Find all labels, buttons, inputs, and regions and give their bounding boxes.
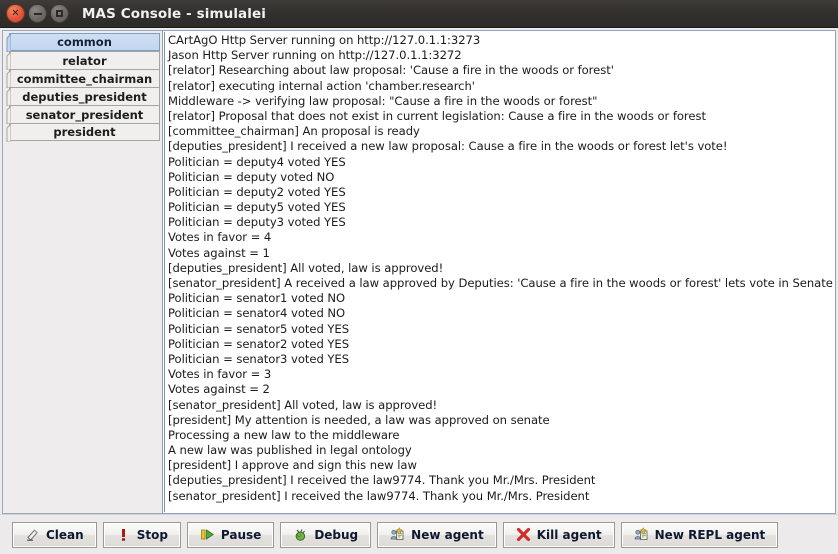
console-log-line: [senator_president] A received a law app… (168, 276, 834, 290)
new-agent-icon (390, 527, 405, 542)
stop-button-label: Stop (136, 527, 168, 542)
console-log-line: Politician = deputy voted NO (168, 169, 335, 184)
sidebar-item-relator[interactable]: relator (6, 51, 160, 70)
maximize-icon[interactable] (50, 4, 69, 23)
console-log-line: Votes in favor = 4 (168, 230, 272, 245)
sidebar-item-senator-president[interactable]: senator_president (6, 105, 160, 124)
red-x-icon (516, 527, 531, 542)
agent-tab-sidebar: common relator committee_chairman deputi… (2, 30, 162, 514)
clean-button[interactable]: Clean (12, 521, 97, 548)
pause-play-icon (200, 527, 215, 542)
console-log-line: A new law was published in legal ontolog… (168, 443, 412, 458)
debug-button[interactable]: Debug (280, 521, 372, 548)
sidebar-item-label: common (57, 35, 112, 49)
console-log-line: Politician = senator4 voted NO (168, 306, 346, 321)
sidebar-item-committee-chairman[interactable]: committee_chairman (6, 69, 160, 88)
tab-edge-icon (6, 52, 11, 70)
console-log-line: Politician = deputy5 voted YES (168, 200, 346, 215)
console-log-line: Politician = senator1 voted NO (168, 291, 346, 306)
kill-agent-button[interactable]: Kill agent (502, 521, 615, 548)
sidebar-item-label: senator_president (25, 107, 144, 122)
console-log-line: [relator] executing internal action 'cha… (168, 78, 475, 93)
console-log-line: Processing a new law to the middleware (168, 427, 400, 442)
console-log-line: Jason Http Server running on http://127.… (168, 48, 462, 63)
sidebar-item-label: committee_chairman (16, 71, 153, 86)
console-log-line: Politician = senator5 voted YES (168, 321, 350, 336)
console-log-line: Politician = deputy2 voted YES (168, 184, 346, 199)
new-agent-icon (634, 527, 649, 542)
console-log-line: Votes against = 2 (168, 382, 270, 397)
tab-edge-icon (6, 106, 11, 124)
bug-icon (293, 527, 308, 542)
new-repl-agent-button-label: New REPL agent (654, 527, 766, 542)
control-toolbar: Clean Stop Pause Debug New agent Kill ag… (0, 514, 838, 554)
console-log-line: Politician = deputy4 voted YES (168, 154, 346, 169)
console-log-line: CArtAgO Http Server running on http://12… (168, 33, 481, 47)
console-log-line: [committee_chairman] An proposal is read… (168, 124, 420, 139)
window-titlebar: ✕ MAS Console - simulalei (0, 0, 838, 28)
console-log-area[interactable]: CArtAgO Http Server running on http://12… (164, 32, 834, 512)
sidebar-item-label: relator (62, 53, 107, 68)
close-icon[interactable]: ✕ (6, 4, 25, 23)
console-log-line: [president] I approve and sign this new … (168, 458, 417, 473)
tab-edge-icon (6, 124, 11, 142)
kill-agent-button-label: Kill agent (536, 527, 602, 542)
console-log-line: Politician = deputy3 voted YES (168, 215, 346, 230)
split-pane: common relator committee_chairman deputi… (0, 28, 838, 514)
console-log-line: [senator_president] I received the law97… (168, 488, 590, 503)
minimize-icon[interactable] (28, 4, 47, 23)
sidebar-item-president[interactable]: president (6, 123, 160, 142)
new-repl-agent-button[interactable]: New REPL agent (620, 521, 779, 548)
mas-console-window: ✕ MAS Console - simulalei common relator… (0, 0, 838, 554)
sidebar-item-label: president (53, 125, 116, 139)
pause-button-label: Pause (220, 527, 262, 542)
exclamation-icon (116, 527, 131, 542)
console-log-line: Votes in favor = 3 (168, 367, 272, 382)
console-output-panel[interactable]: CArtAgO Http Server running on http://12… (162, 30, 836, 514)
console-log-line: [relator] Researching about law proposal… (168, 63, 614, 78)
console-log-line: [relator] Proposal that does not exist i… (168, 108, 706, 123)
pause-button[interactable]: Pause (186, 521, 275, 548)
tab-edge-icon (6, 70, 11, 88)
tab-edge-icon (6, 88, 11, 106)
window-controls: ✕ (6, 4, 69, 23)
eraser-icon (25, 527, 40, 542)
sidebar-item-common[interactable]: common (6, 33, 160, 52)
new-agent-button[interactable]: New agent (377, 521, 497, 548)
new-agent-button-label: New agent (411, 527, 484, 542)
debug-button-label: Debug (314, 527, 359, 542)
sidebar-item-label: deputies_president (22, 89, 147, 104)
tab-edge-icon (6, 34, 11, 52)
console-log-line: [deputies_president] I received a new la… (168, 139, 728, 154)
console-log-line: [deputies_president] All voted, law is a… (168, 260, 444, 275)
console-log-line: Politician = senator3 voted YES (168, 351, 350, 366)
console-log-line: [senator_president] All voted, law is ap… (168, 397, 438, 412)
console-log-line: Politician = senator2 voted YES (168, 336, 350, 351)
clean-button-label: Clean (46, 527, 84, 542)
console-log-line: [deputies_president] I received the law9… (168, 473, 596, 488)
console-log-line: Votes against = 1 (168, 245, 270, 260)
window-content: common relator committee_chairman deputi… (0, 28, 838, 554)
sidebar-item-deputies-president[interactable]: deputies_president (6, 87, 160, 106)
window-title: MAS Console - simulalei (82, 5, 266, 22)
stop-button[interactable]: Stop (102, 521, 181, 548)
console-log-line: Middleware -> verifying law proposal: "C… (168, 93, 598, 108)
console-log-line: [president] My attention is needed, a la… (168, 412, 550, 427)
sidebar-empty-area (5, 153, 162, 513)
